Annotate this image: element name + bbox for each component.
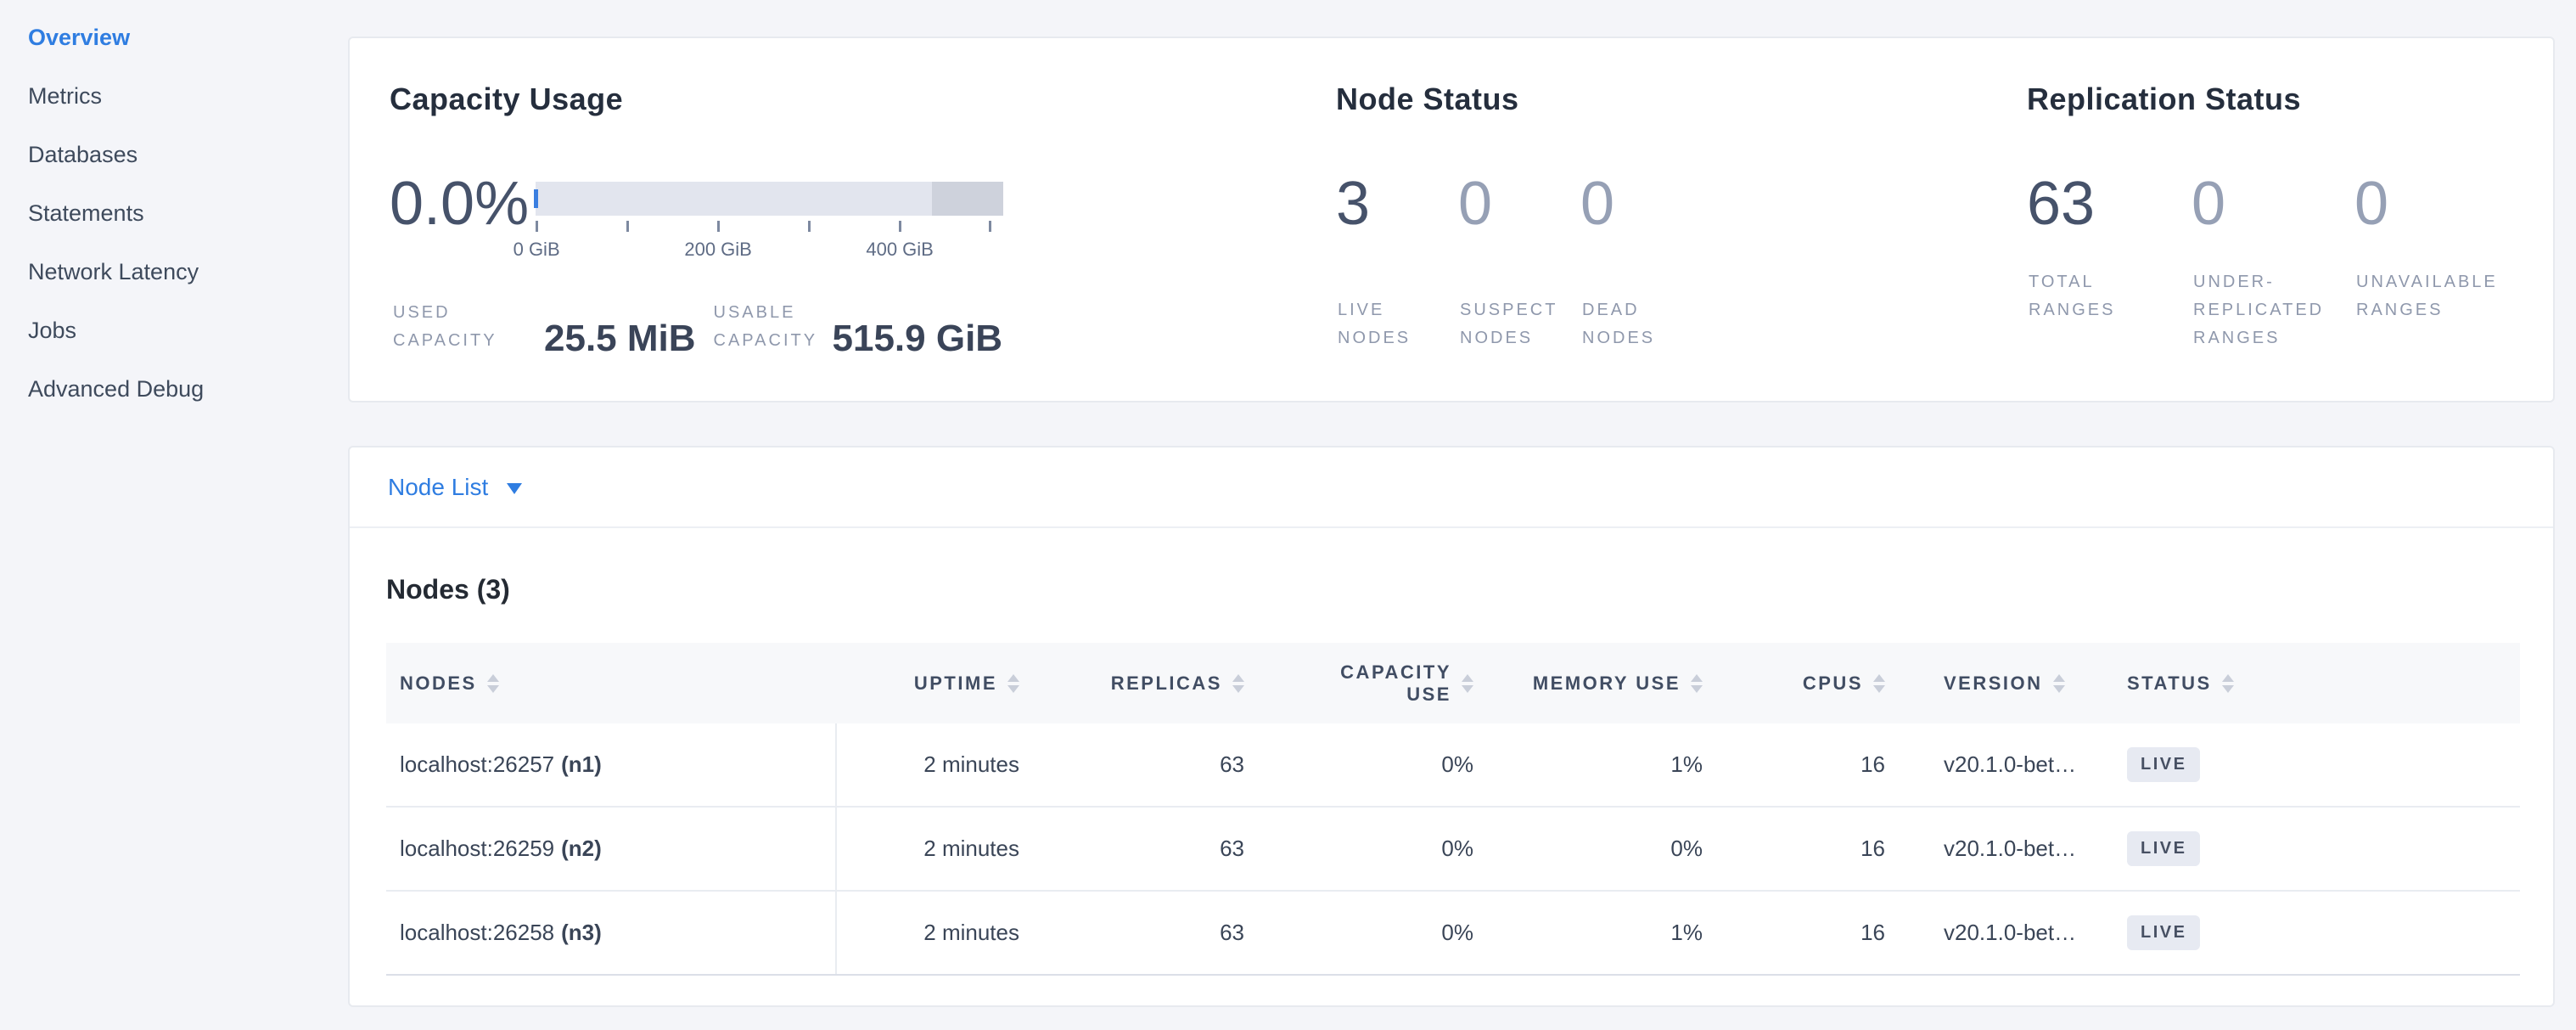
sort-icon xyxy=(1462,674,1473,693)
used-capacity-label: USED CAPACITY xyxy=(393,299,508,355)
capacity-use-cell: 0% xyxy=(1254,808,1483,890)
node-list-body: Nodes (3) NODES UPTIME REPLICAS xyxy=(350,572,2553,976)
total-ranges-count: 63 xyxy=(2027,170,2192,238)
version-cell: v20.1.0-bet… xyxy=(1894,808,2107,890)
sidebar: Overview Metrics Databases Statements Ne… xyxy=(0,8,340,419)
under-replicated-ranges-label: UNDER-REPLICATED RANGES xyxy=(2193,268,2356,352)
status-cell: LIVE xyxy=(2107,808,2520,890)
replicas-cell: 63 xyxy=(1029,808,1254,890)
nodes-heading: Nodes (3) xyxy=(386,572,2517,606)
usable-capacity-label: USABLE CAPACITY xyxy=(714,299,828,355)
capacity-bar-used-indicator xyxy=(534,189,538,208)
sidebar-item-network-latency[interactable]: Network Latency xyxy=(0,243,340,301)
sort-icon xyxy=(1873,674,1885,693)
uptime-cell: 2 minutes xyxy=(837,892,1029,974)
column-header-replicas[interactable]: REPLICAS xyxy=(1029,643,1254,723)
version-cell: v20.1.0-bet… xyxy=(1894,723,2107,806)
used-capacity-value: 25.5 MiB xyxy=(544,320,696,357)
capacity-bar-track xyxy=(536,182,1003,216)
node-address-cell: localhost:26259(n2) xyxy=(386,808,837,890)
capacity-usage-section: Capacity Usage 0.0% xyxy=(390,81,1323,401)
total-ranges-label: TOTAL RANGES xyxy=(2029,268,2141,324)
node-address-cell: localhost:26257(n1) xyxy=(386,723,837,806)
uptime-cell: 2 minutes xyxy=(837,723,1029,806)
suspect-nodes-label: SUSPECT NODES xyxy=(1460,296,1562,352)
cluster-summary-card: Capacity Usage 0.0% xyxy=(348,37,2555,402)
capacity-summary-row: USED CAPACITY 25.5 MiB USABLE CAPACITY 5… xyxy=(393,299,1002,357)
usable-capacity-value: 515.9 GiB xyxy=(833,320,1003,357)
column-header-cpus[interactable]: CPUS xyxy=(1712,643,1894,723)
sort-icon xyxy=(487,674,499,693)
sort-icon xyxy=(1691,674,1703,693)
column-header-capacity-use[interactable]: CAPACITY USE xyxy=(1254,643,1483,723)
sidebar-item-jobs[interactable]: Jobs xyxy=(0,301,340,360)
capacity-use-cell: 0% xyxy=(1254,892,1483,974)
capacity-bar-reserved-segment xyxy=(932,182,1003,216)
under-replicated-ranges-count: 0 xyxy=(2192,170,2354,238)
cpus-cell: 16 xyxy=(1712,808,1894,890)
nodes-table: NODES UPTIME REPLICAS CAPACITY USE xyxy=(386,643,2520,976)
capacity-bar-chart: 0 GiB 200 GiB 400 GiB xyxy=(536,182,1003,262)
column-header-uptime[interactable]: UPTIME xyxy=(837,643,1029,723)
table-row-node-1[interactable]: localhost:26257(n1) 2 minutes 63 0% 1% 1… xyxy=(386,723,2520,808)
column-header-memory-use[interactable]: MEMORY USE xyxy=(1483,643,1712,723)
capacity-used-percent: 0.0% xyxy=(390,170,529,262)
chevron-down-icon xyxy=(507,483,522,494)
live-nodes-count: 3 xyxy=(1336,170,1458,238)
axis-label-0gib: 0 GiB xyxy=(514,239,560,261)
replicas-cell: 63 xyxy=(1029,892,1254,974)
axis-label-400gib: 400 GiB xyxy=(866,239,934,261)
cluster-overview-page: Overview Metrics Databases Statements Ne… xyxy=(0,0,2576,1030)
unavailable-ranges-label: UNAVAILABLE RANGES xyxy=(2356,268,2526,324)
table-row-node-2[interactable]: localhost:26259(n2) 2 minutes 63 0% 0% 1… xyxy=(386,808,2520,892)
unavailable-ranges-count: 0 xyxy=(2354,170,2524,238)
status-badge: LIVE xyxy=(2127,915,2200,950)
column-header-status[interactable]: STATUS xyxy=(2107,643,2520,723)
suspect-nodes-count: 0 xyxy=(1458,170,1580,238)
replication-status-section: Replication Status 63 0 0 TOTAL RANGES U… xyxy=(2027,81,2536,401)
axis-label-200gib: 200 GiB xyxy=(684,239,752,261)
memory-use-cell: 0% xyxy=(1483,808,1712,890)
nodes-table-header: NODES UPTIME REPLICAS CAPACITY USE xyxy=(386,643,2520,723)
cpus-cell: 16 xyxy=(1712,723,1894,806)
node-list-selector[interactable]: Node List xyxy=(388,474,522,501)
capacity-use-cell: 0% xyxy=(1254,723,1483,806)
sidebar-item-metrics[interactable]: Metrics xyxy=(0,67,340,126)
table-row-node-3[interactable]: localhost:26258(n3) 2 minutes 63 0% 1% 1… xyxy=(386,892,2520,976)
replicas-cell: 63 xyxy=(1029,723,1254,806)
memory-use-cell: 1% xyxy=(1483,723,1712,806)
capacity-bar-axis-labels: 0 GiB 200 GiB 400 GiB xyxy=(536,239,1003,262)
memory-use-cell: 1% xyxy=(1483,892,1712,974)
sidebar-item-databases[interactable]: Databases xyxy=(0,126,340,184)
cpus-cell: 16 xyxy=(1712,892,1894,974)
uptime-cell: 2 minutes xyxy=(837,808,1029,890)
capacity-usage-title: Capacity Usage xyxy=(390,81,1323,118)
capacity-bar-axis xyxy=(536,221,1003,232)
node-list-card: Node List Nodes (3) NODES UPTIME xyxy=(348,446,2555,1007)
version-cell: v20.1.0-bet… xyxy=(1894,892,2107,974)
status-cell: LIVE xyxy=(2107,892,2520,974)
live-nodes-label: LIVE NODES xyxy=(1338,296,1440,352)
sort-icon xyxy=(1007,674,1019,693)
node-list-selector-bar: Node List xyxy=(350,447,2553,528)
replication-status-title: Replication Status xyxy=(2027,81,2536,118)
status-badge: LIVE xyxy=(2127,747,2200,782)
column-header-nodes[interactable]: NODES xyxy=(386,643,837,723)
column-header-version[interactable]: VERSION xyxy=(1894,643,2107,723)
status-cell: LIVE xyxy=(2107,723,2520,806)
sort-icon xyxy=(1232,674,1244,693)
node-status-section: Node Status 3 0 0 LIVE NODES SUSPECT NOD… xyxy=(1336,81,2015,401)
sidebar-item-statements[interactable]: Statements xyxy=(0,184,340,243)
status-badge: LIVE xyxy=(2127,831,2200,866)
sort-icon xyxy=(2222,674,2234,693)
sidebar-item-advanced-debug[interactable]: Advanced Debug xyxy=(0,360,340,419)
node-status-title: Node Status xyxy=(1336,81,2015,118)
node-list-selector-label: Node List xyxy=(388,474,488,501)
sidebar-item-overview[interactable]: Overview xyxy=(0,8,340,67)
sort-icon xyxy=(2053,674,2065,693)
dead-nodes-count: 0 xyxy=(1580,170,1703,238)
dead-nodes-label: DEAD NODES xyxy=(1582,296,1684,352)
node-address-cell: localhost:26258(n3) xyxy=(386,892,837,974)
